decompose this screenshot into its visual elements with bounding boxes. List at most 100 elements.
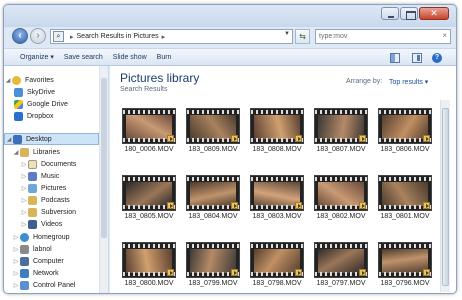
- content-scrollbar-thumb[interactable]: [442, 108, 449, 286]
- nav-item-google-drive[interactable]: Google Drive: [4, 98, 99, 110]
- video-preview: [250, 108, 304, 144]
- address-path: Search Results in Pictures: [76, 33, 159, 40]
- search-input[interactable]: type:mov: [319, 33, 347, 40]
- forward-button[interactable]: ›: [30, 28, 46, 44]
- preview-pane-icon[interactable]: [412, 53, 422, 63]
- back-button[interactable]: ‹: [12, 28, 28, 44]
- expand-arrow-icon[interactable]: ▷: [12, 282, 20, 289]
- collapse-arrow-icon[interactable]: ◢: [5, 136, 13, 143]
- burn-button[interactable]: Burn: [157, 54, 172, 61]
- video-thumbnail[interactable]: 183_0798.MOV: [250, 242, 306, 293]
- video-thumbnail[interactable]: 183_0801.MOV: [378, 175, 434, 227]
- minimize-button[interactable]: [381, 7, 399, 20]
- video-thumbnail[interactable]: 183_0802.MOV: [314, 175, 370, 227]
- video-thumbnail[interactable]: 183_0796.MOV: [378, 242, 434, 293]
- video-thumbnail[interactable]: 183_0800.MOV: [122, 242, 178, 293]
- video-preview: [314, 108, 368, 144]
- video-thumbnail[interactable]: 183_0799.MOV: [186, 242, 242, 293]
- expand-arrow-icon[interactable]: ▷: [12, 258, 20, 265]
- nav-item-documents[interactable]: ▷ Documents: [4, 158, 99, 170]
- nav-item-labnol[interactable]: ▷ labnol: [4, 243, 99, 255]
- save-search-button[interactable]: Save search: [64, 54, 103, 61]
- slide-show-button[interactable]: Slide show: [113, 54, 147, 61]
- file-name: 183_0799.MOV: [188, 280, 238, 287]
- address-bar[interactable]: ⌕ ▸ Search Results in Pictures ▸ ▼: [50, 29, 293, 44]
- video-thumbnail[interactable]: 183_0803.MOV: [250, 175, 306, 227]
- close-button[interactable]: ✕: [419, 7, 449, 20]
- skydrive-icon: [14, 87, 23, 97]
- play-overlay-icon: [295, 202, 302, 209]
- command-bar: Organize ▾ Save search Slide show Burn ?: [4, 48, 456, 66]
- nav-item-music[interactable]: ▷ Music: [4, 170, 99, 182]
- content-scrollbar[interactable]: [440, 100, 450, 292]
- nav-label: SkyDrive: [27, 88, 56, 96]
- maximize-button[interactable]: [400, 7, 418, 20]
- nav-item-subversion[interactable]: ▷ Subversion: [4, 206, 99, 218]
- expand-arrow-icon[interactable]: ▷: [12, 246, 20, 253]
- nav-item-computer[interactable]: ▷ Computer: [4, 255, 99, 267]
- nav-item-skydrive[interactable]: SkyDrive: [4, 86, 99, 98]
- nav-scrollbar-thumb[interactable]: [101, 78, 107, 238]
- arrange-by-dropdown[interactable]: Top results ▾: [389, 78, 428, 86]
- nav-favorites[interactable]: ◢ Favorites: [4, 74, 99, 86]
- video-thumbnail[interactable]: 183_0806.MOV: [378, 108, 434, 160]
- video-thumbnail[interactable]: 183_0804.MOV: [186, 175, 242, 227]
- nav-desktop[interactable]: ◢ Desktop: [4, 133, 99, 145]
- play-overlay-icon: [231, 269, 238, 276]
- breadcrumb-chevron-icon: ▸: [161, 33, 166, 41]
- nav-scrollbar[interactable]: [99, 66, 108, 293]
- organize-button[interactable]: Organize ▾: [20, 53, 54, 61]
- expand-arrow-icon[interactable]: ▷: [20, 221, 28, 228]
- nav-item-homegroup[interactable]: ▷ Homegroup: [4, 231, 99, 243]
- play-overlay-icon: [295, 135, 302, 142]
- music-icon: [28, 171, 37, 181]
- expand-arrow-icon[interactable]: ▷: [20, 161, 28, 168]
- video-thumbnail[interactable]: 183_0797.MOV: [314, 242, 370, 293]
- address-dropdown-icon[interactable]: ▼: [284, 31, 290, 37]
- homegroup-icon: [20, 232, 29, 242]
- nav-item-videos[interactable]: ▷ Videos: [4, 218, 99, 230]
- search-box[interactable]: type:mov ×: [315, 29, 451, 44]
- play-overlay-icon: [167, 269, 174, 276]
- play-overlay-icon: [231, 202, 238, 209]
- collapse-arrow-icon[interactable]: ◢: [4, 77, 12, 84]
- nav-label: Control Panel: [33, 281, 76, 289]
- video-preview: [378, 175, 432, 211]
- nav-label: Videos: [41, 220, 63, 228]
- expand-arrow-icon[interactable]: ▷: [20, 173, 28, 180]
- nav-libraries[interactable]: ◢ Libraries: [4, 146, 99, 158]
- clear-search-icon[interactable]: ×: [442, 31, 447, 40]
- refresh-button[interactable]: ⇆: [295, 29, 310, 44]
- nav-item-control-panel[interactable]: ▷ Control Panel: [4, 279, 99, 291]
- help-icon[interactable]: ?: [432, 53, 442, 63]
- expand-arrow-icon[interactable]: ▷: [20, 209, 28, 216]
- play-overlay-icon: [295, 269, 302, 276]
- nav-label: Homegroup: [33, 233, 70, 241]
- expand-arrow-icon[interactable]: ▷: [12, 270, 20, 277]
- file-name: 183_0800.MOV: [124, 280, 174, 287]
- video-preview: [378, 108, 432, 144]
- nav-item-dropbox[interactable]: Dropbox: [4, 110, 99, 122]
- nav-label: Libraries: [33, 148, 60, 156]
- arrange-by-label: Arrange by:: [346, 78, 383, 85]
- video-preview: [186, 175, 240, 211]
- subversion-icon: [28, 207, 37, 217]
- expand-arrow-icon[interactable]: ▷: [20, 185, 28, 192]
- nav-item-network[interactable]: ▷ Network: [4, 267, 99, 279]
- play-overlay-icon: [167, 202, 174, 209]
- video-thumbnail[interactable]: 183_0809.MOV: [186, 108, 242, 160]
- video-thumbnail[interactable]: 183_0805.MOV: [122, 175, 178, 227]
- expand-arrow-icon[interactable]: ▷: [12, 234, 20, 241]
- change-view-icon[interactable]: [390, 53, 400, 63]
- collapse-arrow-icon[interactable]: ◢: [12, 149, 20, 156]
- video-preview: [186, 108, 240, 144]
- podcasts-icon: [28, 195, 37, 205]
- explorer-window: ✕ ‹ › ⌕ ▸ Search Results in Pictures ▸ ▼…: [3, 4, 457, 294]
- video-thumbnail[interactable]: 183_0808.MOV: [250, 108, 306, 160]
- expand-arrow-icon[interactable]: ▷: [20, 197, 28, 204]
- nav-label: Pictures: [41, 184, 67, 192]
- video-thumbnail[interactable]: 180_0006.MOV: [122, 108, 178, 160]
- nav-item-podcasts[interactable]: ▷ Podcasts: [4, 194, 99, 206]
- nav-item-pictures[interactable]: ▷ Pictures: [4, 182, 99, 194]
- video-thumbnail[interactable]: 183_0807.MOV: [314, 108, 370, 160]
